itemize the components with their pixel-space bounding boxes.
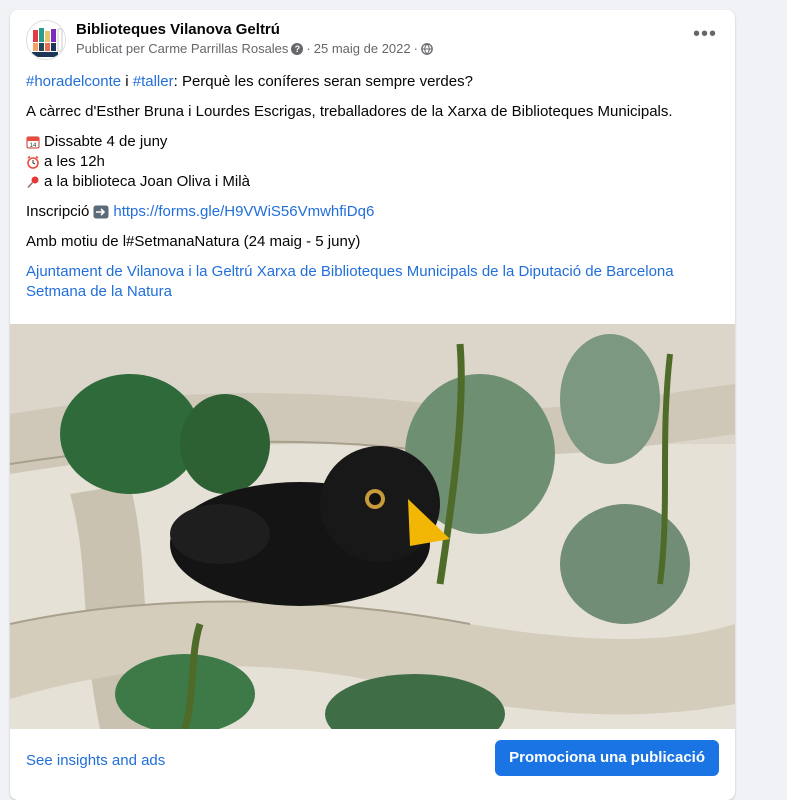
calendar-icon: 14 xyxy=(26,136,40,149)
post-text: #horadelconte i #taller: Perquè les coní… xyxy=(26,72,726,302)
meta-separator: · xyxy=(306,41,311,56)
hashtag-horadelconte[interactable]: #horadelconte xyxy=(26,73,121,90)
hashtag-taller[interactable]: #taller xyxy=(133,73,174,90)
place-line: a la biblioteca Joan Oliva i Milà xyxy=(26,172,726,192)
right-arrow-icon xyxy=(93,205,109,219)
see-insights-link[interactable]: See insights and ads xyxy=(26,752,165,769)
library-logo-icon xyxy=(27,21,65,59)
signup-line: Inscripció https://forms.gle/H9VWiS56Vmw… xyxy=(26,202,726,222)
page-name[interactable]: Biblioteques Vilanova Geltrú xyxy=(76,21,280,38)
top-background xyxy=(0,0,787,10)
post-card: Biblioteques Vilanova Geltrú Publicat pe… xyxy=(10,10,735,800)
tags-block: Ajuntament de Vilanova i la Geltrú Xarxa… xyxy=(26,262,726,302)
published-by[interactable]: Publicat per Carme Parrillas Rosales xyxy=(76,41,288,56)
signup-label: Inscripció xyxy=(26,203,90,220)
tag-ajuntament[interactable]: Ajuntament de Vilanova i la Geltrú xyxy=(26,263,253,280)
date-line: 14 Dissabte 4 de juny xyxy=(26,132,726,152)
alarm-clock-icon xyxy=(27,155,39,169)
post-title-line: #horadelconte i #taller: Perquè les coní… xyxy=(26,72,726,92)
post-image[interactable] xyxy=(10,324,735,729)
question-icon[interactable]: ? xyxy=(291,42,304,55)
event-date: Dissabte 4 de juny xyxy=(44,133,168,150)
pushpin-icon xyxy=(27,176,39,188)
tag-xarxa-biblioteques[interactable]: Xarxa de Biblioteques Municipals de la D… xyxy=(257,263,674,280)
conjunction: i xyxy=(121,73,133,90)
globe-icon[interactable] xyxy=(421,42,433,55)
blackbird-photo xyxy=(10,324,735,729)
meta-separator-2: · xyxy=(413,41,418,56)
post-footer: See insights and ads Promociona una publ… xyxy=(10,732,735,782)
tag-setmana-natura[interactable]: Setmana de la Natura xyxy=(26,283,172,300)
post-credits: A càrrec d'Esther Bruna i Lourdes Escrig… xyxy=(26,103,673,120)
promote-post-button[interactable]: Promociona una publicació xyxy=(495,740,719,776)
more-options-icon[interactable]: ••• xyxy=(691,24,719,50)
time-line: a les 12h xyxy=(26,152,726,172)
event-place: a la biblioteca Joan Oliva i Milà xyxy=(44,173,250,190)
post-meta: Publicat per Carme Parrillas Rosales ? ·… xyxy=(76,41,433,56)
event-time: a les 12h xyxy=(44,153,105,170)
reason-line: Amb motiu de l#SetmanaNatura (24 maig - … xyxy=(26,233,361,250)
page-avatar[interactable] xyxy=(26,20,66,60)
post-title-rest: : Perquè les coníferes seran sempre verd… xyxy=(173,73,473,90)
svg-text:14: 14 xyxy=(30,143,37,149)
post-date[interactable]: 25 maig de 2022 xyxy=(314,41,411,56)
signup-link[interactable]: https://forms.gle/H9VWiS56VmwhfiDq6 xyxy=(113,202,374,222)
post-header: Biblioteques Vilanova Geltrú Publicat pe… xyxy=(10,10,735,66)
